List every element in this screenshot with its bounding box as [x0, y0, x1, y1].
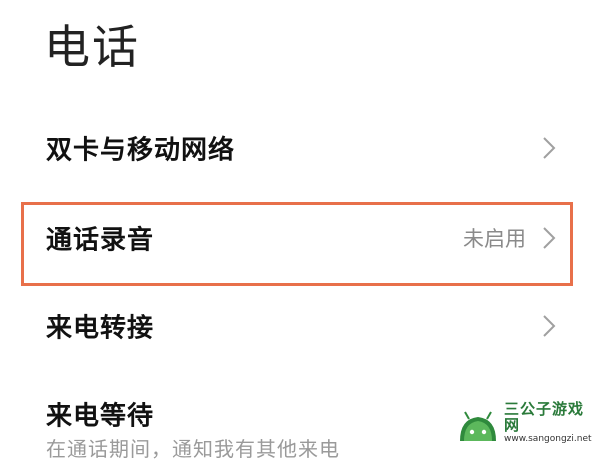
settings-item-description: 在通话期间，通知我有其他来电 — [46, 437, 340, 461]
settings-item-dual-sim[interactable]: 双卡与移动网络 — [0, 108, 600, 188]
settings-item-label: 双卡与移动网络 — [46, 135, 236, 166]
watermark-url: www.sangongzi.net — [504, 433, 592, 444]
watermark: 三公子游戏网 www.sangongzi.net — [454, 398, 596, 448]
settings-item-call-forwarding[interactable]: 来电转接 — [0, 286, 600, 366]
settings-item-label: 来电转接 — [46, 313, 155, 344]
settings-item-call-recording[interactable]: 通话录音 未启用 — [0, 198, 600, 278]
settings-item-label: 来电等待 — [46, 401, 155, 432]
chevron-right-icon — [542, 136, 556, 160]
chevron-right-icon — [542, 226, 556, 250]
settings-item-status: 未启用 — [463, 227, 526, 251]
watermark-title: 三公子游戏网 — [504, 399, 585, 435]
page-title: 电话 — [44, 20, 140, 74]
settings-item-label: 通话录音 — [46, 225, 155, 256]
android-logo-icon — [454, 401, 502, 445]
chevron-right-icon — [542, 314, 556, 338]
